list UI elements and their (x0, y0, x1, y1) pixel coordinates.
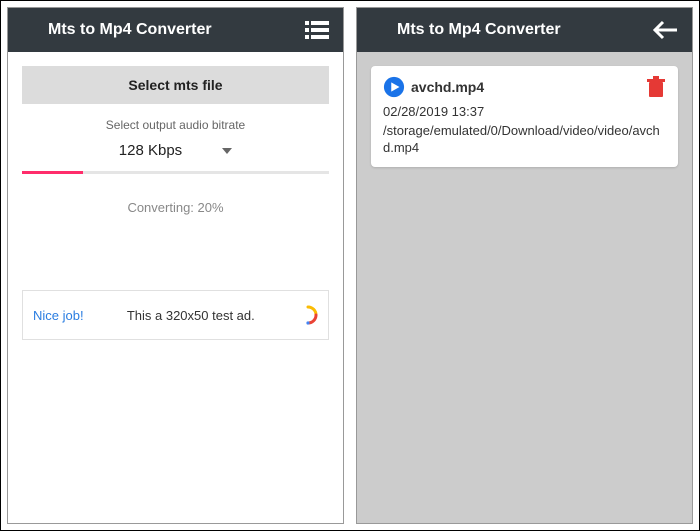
screen-file-list: Mts to Mp4 Converter avchd.mp4 (356, 7, 693, 524)
back-button[interactable] (652, 16, 680, 44)
bitrate-dropdown[interactable]: 128 Kbps (22, 142, 329, 171)
file-name: avchd.mp4 (411, 79, 646, 95)
file-header-row: avchd.mp4 (383, 76, 666, 98)
app-header: Mts to Mp4 Converter (357, 8, 692, 52)
dual-screenshot-frame: Mts to Mp4 Converter Select mts file Sel… (0, 0, 700, 531)
file-path: /storage/emulated/0/Download/video/video… (383, 123, 666, 157)
file-card[interactable]: avchd.mp4 02/28/2019 13:37 /storage/emul… (371, 66, 678, 167)
main-content: Select mts file Select output audio bitr… (8, 52, 343, 523)
menu-button[interactable] (303, 16, 331, 44)
file-list: avchd.mp4 02/28/2019 13:37 /storage/emul… (357, 52, 692, 523)
play-icon[interactable] (383, 76, 405, 98)
trash-icon[interactable] (646, 76, 666, 98)
screen-converter: Mts to Mp4 Converter Select mts file Sel… (7, 7, 344, 524)
chevron-down-icon (222, 148, 232, 154)
bitrate-label: Select output audio bitrate (22, 118, 329, 132)
app-title: Mts to Mp4 Converter (20, 21, 303, 39)
arrow-left-icon (653, 20, 679, 40)
ad-banner[interactable]: Nice job! This a 320x50 test ad. (22, 290, 329, 340)
status-text: Converting: 20% (22, 200, 329, 215)
app-title: Mts to Mp4 Converter (369, 21, 652, 39)
bitrate-value: 128 Kbps (119, 142, 182, 159)
ad-tag: Nice job! (33, 308, 84, 323)
list-icon (305, 20, 329, 40)
admob-icon (298, 305, 318, 325)
app-header: Mts to Mp4 Converter (8, 8, 343, 52)
progress-fill (22, 171, 83, 174)
progress-bar (22, 171, 329, 174)
select-file-button[interactable]: Select mts file (22, 66, 329, 104)
ad-message: This a 320x50 test ad. (104, 308, 278, 323)
file-date: 02/28/2019 13:37 (383, 104, 666, 119)
